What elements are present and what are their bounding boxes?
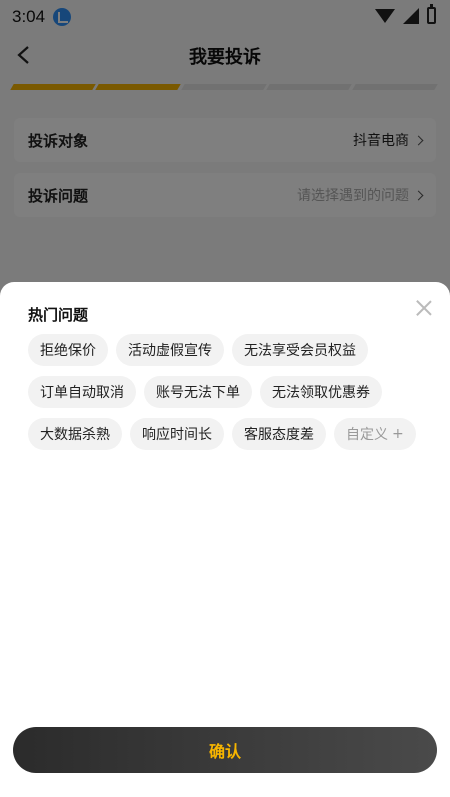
issue-tag[interactable]: 响应时间长 [130,418,224,450]
issue-tag-list: 拒绝保价 活动虚假宣传 无法享受会员权益 订单自动取消 账号无法下单 无法领取优… [28,334,428,450]
plus-icon: + [392,426,404,442]
issue-tag[interactable]: 拒绝保价 [28,334,108,366]
issue-tag[interactable]: 无法享受会员权益 [232,334,368,366]
close-icon[interactable] [416,300,432,316]
confirm-button[interactable]: 确认 [13,727,437,773]
issue-tag[interactable]: 无法领取优惠券 [260,376,382,408]
issue-tag[interactable]: 客服态度差 [232,418,326,450]
issue-tag[interactable]: 账号无法下单 [144,376,252,408]
sheet-title: 热门问题 [28,306,89,324]
issue-tag[interactable]: 活动虚假宣传 [116,334,224,366]
custom-tag-button[interactable]: 自定义 + [334,418,416,450]
issue-tag[interactable]: 大数据杀熟 [28,418,122,450]
issue-tag[interactable]: 订单自动取消 [28,376,136,408]
hot-issues-sheet: 热门问题 拒绝保价 活动虚假宣传 无法享受会员权益 订单自动取消 账号无法下单 … [0,282,450,797]
custom-tag-label: 自定义 [346,427,388,443]
